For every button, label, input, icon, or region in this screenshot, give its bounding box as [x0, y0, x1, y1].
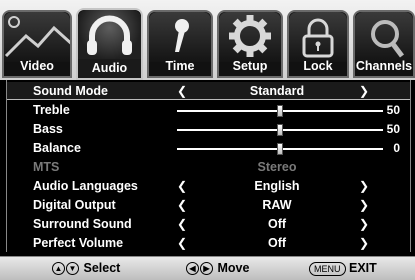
digital-output-label: Digital Output: [33, 198, 116, 212]
right-arrow-icon[interactable]: ❯: [359, 177, 369, 195]
landscape-icon: [4, 12, 70, 62]
tab-audio-label: Audio: [78, 59, 141, 78]
left-key-icon: ◀: [186, 262, 199, 276]
magnifier-icon: [355, 12, 413, 62]
tab-time-label: Time: [165, 59, 195, 73]
mts-label: MTS: [33, 160, 60, 174]
right-arrow-icon[interactable]: ❯: [359, 196, 369, 214]
mts-value: Stereo: [257, 160, 297, 174]
tab-setup[interactable]: Setup: [217, 10, 283, 78]
right-arrow-icon[interactable]: ❯: [359, 82, 369, 100]
menu-row-perfect-volume[interactable]: Perfect Volume ❮ Off ❯: [7, 234, 410, 252]
down-key-icon: ▼: [66, 262, 79, 276]
balance-label: Balance: [33, 141, 81, 155]
treble-value: 50: [386, 103, 400, 117]
right-arrow-icon[interactable]: ❯: [359, 215, 369, 233]
balance-value: 0: [393, 141, 400, 155]
menu-row-balance[interactable]: Balance 0: [7, 139, 410, 157]
menu-tab-bar: Video Audio Time Setup Lock Channels: [0, 0, 415, 80]
digital-output-value: RAW: [262, 198, 292, 212]
tab-channels-label: Channels: [355, 59, 413, 73]
perfect-volume-label: Perfect Volume: [33, 236, 124, 250]
tv-audio-menu: Video Audio Time Setup Lock Channels Sou…: [0, 0, 415, 280]
menu-row-mts: MTS Stereo: [7, 158, 410, 176]
surround-sound-value: Off: [267, 217, 287, 231]
audio-settings-panel: Sound Mode ❮ Standard ❯ Treble 50 Bass 5…: [6, 80, 411, 252]
bass-slider[interactable]: [177, 124, 383, 136]
move-hint: ◀ ▶ Move: [186, 257, 249, 280]
tab-time[interactable]: Time: [147, 10, 213, 78]
pin-icon: [149, 12, 211, 62]
tab-video[interactable]: Video: [2, 10, 72, 78]
audio-languages-label: Audio Languages: [33, 179, 138, 193]
treble-label: Treble: [33, 103, 70, 117]
right-arrow-icon[interactable]: ❯: [359, 234, 369, 252]
balance-slider[interactable]: [177, 143, 383, 155]
exit-hint-label: EXIT: [348, 261, 377, 275]
balance-slider-knob[interactable]: [277, 143, 283, 155]
gear-icon: [219, 12, 281, 62]
select-hint-label: Select: [83, 261, 121, 275]
key-hint-bar: ▲ ▼ Select ◀ ▶ Move MENU EXIT: [0, 256, 415, 280]
menu-row-bass[interactable]: Bass 50: [7, 120, 410, 138]
move-hint-label: Move: [217, 261, 250, 275]
tab-audio[interactable]: Audio: [76, 8, 143, 80]
headphones-icon: [78, 10, 141, 60]
tab-channels[interactable]: Channels: [353, 10, 415, 78]
menu-key-icon: MENU: [309, 261, 346, 276]
bass-value: 50: [386, 122, 400, 136]
menu-row-audio-languages[interactable]: Audio Languages ❮ English ❯: [7, 177, 410, 195]
surround-sound-label: Surround Sound: [33, 217, 132, 231]
perfect-volume-value: Off: [267, 236, 287, 250]
treble-slider-knob[interactable]: [277, 105, 283, 117]
right-key-icon: ▶: [200, 262, 213, 276]
exit-hint: MENU EXIT: [309, 257, 377, 280]
treble-slider[interactable]: [177, 105, 383, 117]
menu-row-surround-sound[interactable]: Surround Sound ❮ Off ❯: [7, 215, 410, 233]
bass-label: Bass: [33, 122, 63, 136]
sound-mode-value: Standard: [249, 84, 305, 98]
select-hint: ▲ ▼ Select: [52, 257, 120, 280]
tab-lock[interactable]: Lock: [287, 10, 349, 78]
audio-languages-value: English: [254, 179, 300, 193]
menu-row-sound-mode[interactable]: Sound Mode ❮ Standard ❯: [7, 82, 410, 100]
tab-lock-label: Lock: [303, 59, 333, 73]
tab-video-label: Video: [20, 59, 54, 73]
bass-slider-knob[interactable]: [277, 124, 283, 136]
tab-setup-label: Setup: [232, 59, 268, 73]
sound-mode-label: Sound Mode: [33, 84, 108, 98]
menu-row-digital-output[interactable]: Digital Output ❮ RAW ❯: [7, 196, 410, 214]
up-key-icon: ▲: [52, 262, 65, 276]
menu-row-treble[interactable]: Treble 50: [7, 101, 410, 119]
padlock-icon: [289, 12, 347, 62]
